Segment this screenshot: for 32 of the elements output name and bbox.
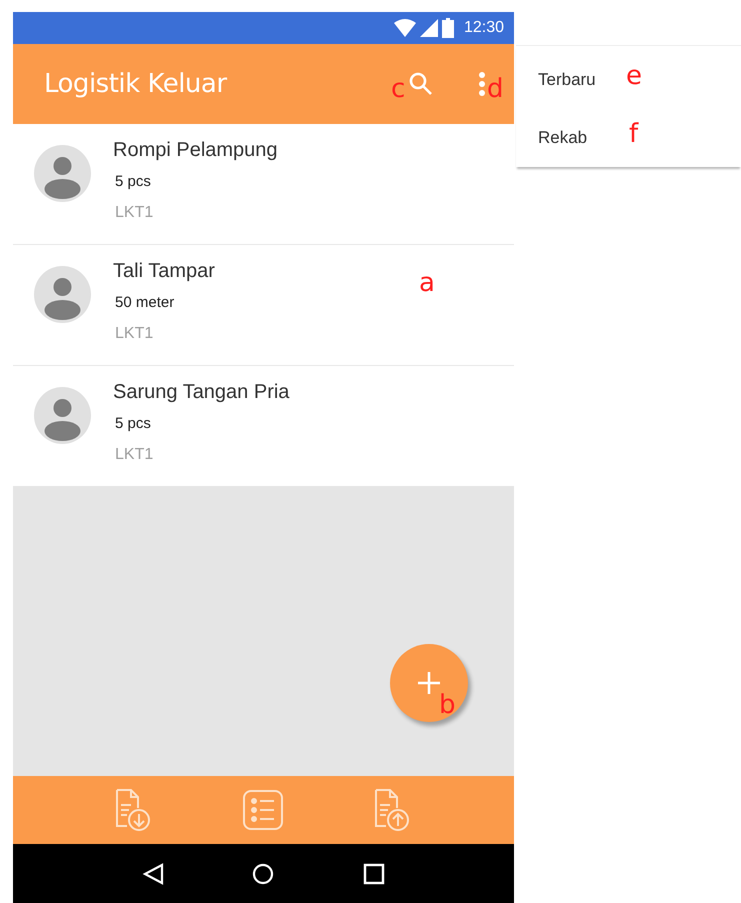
home-icon[interactable] (252, 862, 274, 884)
list-item[interactable]: Rompi Pelampung 5 pcs LKT1 (13, 124, 514, 245)
avatar-icon (34, 145, 91, 202)
app-title: Logistik Keluar (44, 69, 227, 99)
item-code: LKT1 (115, 325, 154, 343)
signal-icon (420, 19, 438, 37)
annotation-label: b (439, 690, 456, 720)
wifi-icon (394, 19, 416, 37)
annotation-label: c (391, 74, 406, 104)
recents-icon[interactable] (362, 862, 385, 884)
plus-icon (416, 670, 442, 696)
item-quantity: 5 pcs (115, 173, 152, 192)
battery-icon (442, 18, 454, 38)
item-code: LKT1 (115, 204, 154, 222)
annotation-label: e (626, 61, 642, 91)
item-code: LKT1 (115, 446, 154, 464)
search-icon[interactable] (408, 71, 434, 97)
annotation-label: f (629, 119, 638, 149)
avatar-icon (34, 266, 91, 323)
status-time: 12:30 (464, 19, 504, 37)
back-icon[interactable] (142, 862, 164, 884)
more-icon[interactable] (478, 71, 486, 97)
item-name: Tali Tampar (113, 260, 215, 284)
list-icon[interactable] (242, 789, 284, 831)
list-item[interactable]: Sarung Tangan Pria 5 pcs LKT1 (13, 366, 514, 486)
item-name: Rompi Pelampung (113, 139, 278, 163)
avatar-icon (34, 387, 91, 444)
annotation-label: d (487, 74, 504, 104)
annotation-label: a (419, 268, 435, 298)
item-quantity: 5 pcs (115, 415, 152, 434)
item-quantity: 50 meter (115, 294, 176, 313)
item-name: Sarung Tangan Pria (113, 381, 290, 405)
